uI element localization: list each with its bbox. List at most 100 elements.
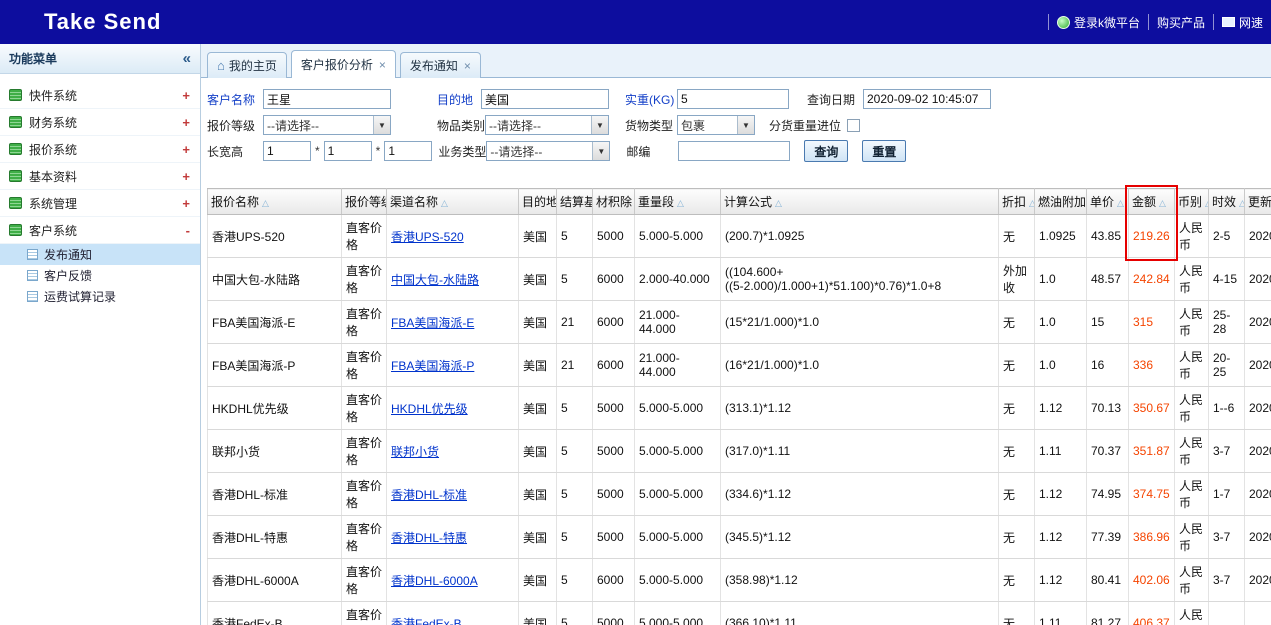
expand-icon[interactable]: + — [182, 89, 190, 102]
sort-icon[interactable]: △ — [262, 198, 269, 208]
channel-link[interactable]: 香港DHL-标准 — [391, 488, 467, 502]
column-header[interactable]: 金额△ — [1129, 189, 1175, 215]
sort-icon[interactable]: △ — [1239, 198, 1244, 208]
sort-icon[interactable]: △ — [1159, 198, 1166, 208]
chevron-down-icon[interactable]: ▼ — [592, 142, 609, 160]
sort-icon[interactable]: △ — [677, 198, 684, 208]
table-row[interactable]: 香港DHL-特惠直客价格香港DHL-特惠美国550005.000-5.000(3… — [208, 516, 1271, 559]
chevron-down-icon[interactable]: ▼ — [591, 116, 608, 134]
sidebar-subitem[interactable]: 运费试算记录 — [0, 286, 200, 307]
sidebar-item[interactable]: 快件系统+ — [0, 82, 200, 109]
sidebar-item[interactable]: 基本资料+ — [0, 163, 200, 190]
table-cell: 5 — [557, 516, 593, 559]
destination-input[interactable] — [481, 89, 609, 109]
cargo-type-select[interactable]: 包裹 ▼ — [677, 115, 755, 135]
column-header[interactable]: 折扣△ — [999, 189, 1035, 215]
sidebar-subitem[interactable]: 发布通知 — [0, 244, 200, 265]
table-row[interactable]: 香港UPS-520直客价格香港UPS-520美国550005.000-5.000… — [208, 215, 1271, 258]
tab[interactable]: ⌂我的主页 — [207, 52, 287, 78]
topbar-link[interactable]: 购买产品 — [1148, 14, 1213, 30]
column-header[interactable]: 单价△ — [1087, 189, 1129, 215]
sort-icon[interactable]: △ — [775, 198, 782, 208]
sort-icon[interactable]: △ — [1029, 198, 1034, 208]
column-header[interactable]: 报价名称△ — [208, 189, 342, 215]
query-date-input[interactable] — [863, 89, 991, 109]
table-cell: 5.000-5.000 — [635, 215, 721, 258]
table-cell: 25-28 — [1209, 301, 1245, 344]
topbar-link[interactable]: 网速 — [1213, 14, 1271, 30]
tab[interactable]: 客户报价分析× — [291, 50, 396, 78]
topbar-link[interactable]: 登录k微平台 — [1048, 14, 1148, 30]
length-input[interactable] — [263, 141, 311, 161]
biz-type-select[interactable]: --请选择-- ▼ — [486, 141, 610, 161]
width-input[interactable] — [324, 141, 372, 161]
expand-icon[interactable]: + — [182, 197, 190, 210]
table-row[interactable]: HKDHL优先级直客价格HKDHL优先级美国550005.000-5.000(3… — [208, 387, 1271, 430]
tab-close-icon[interactable]: × — [379, 59, 386, 71]
expand-icon[interactable]: + — [182, 143, 190, 156]
table-row[interactable]: FBA美国海派-E直客价格FBA美国海派-E美国21600021.000-44.… — [208, 301, 1271, 344]
sidebar-item[interactable]: 报价系统+ — [0, 136, 200, 163]
sort-icon[interactable]: △ — [1117, 198, 1124, 208]
channel-link[interactable]: FBA美国海派-E — [391, 316, 474, 330]
channel-link[interactable]: 香港FedEx-B — [391, 617, 462, 625]
sidebar-item[interactable]: 客户系统- — [0, 217, 200, 244]
table-row[interactable]: 香港FedEx-B直客价格香港FedEx-B美国550005.000-5.000… — [208, 602, 1271, 625]
channel-link[interactable]: FBA美国海派-P — [391, 359, 474, 373]
sort-icon[interactable]: △ — [1205, 198, 1208, 208]
channel-link[interactable]: HKDHL优先级 — [391, 402, 468, 416]
weight-input[interactable] — [677, 89, 789, 109]
column-header[interactable]: 时效△ — [1209, 189, 1245, 215]
table-cell: 80.41 — [1087, 559, 1129, 602]
table-cell: 5000 — [593, 387, 635, 430]
tab[interactable]: 发布通知× — [400, 52, 481, 78]
sidebar-collapse-icon[interactable]: « — [183, 51, 191, 66]
column-header[interactable]: 报价等级△ — [342, 189, 387, 215]
channel-link[interactable]: 香港DHL-特惠 — [391, 531, 467, 545]
column-header[interactable]: 材积除△ — [593, 189, 635, 215]
sidebar-subitem[interactable]: 客户反馈 — [0, 265, 200, 286]
table-row[interactable]: 中国大包-水陆路直客价格中国大包-水陆路美国560002.000-40.000(… — [208, 258, 1271, 301]
topbar: Take Send 登录k微平台购买产品网速 — [0, 0, 1271, 44]
main-area: ⌂我的主页客户报价分析×发布通知× 客户名称 目的地 实重(KG) 查询日期 报… — [201, 44, 1271, 625]
column-header[interactable]: 渠道名称△ — [387, 189, 519, 215]
chevron-down-icon[interactable]: ▼ — [373, 116, 390, 134]
table-cell: 5 — [557, 602, 593, 625]
table-row[interactable]: 香港DHL-6000A直客价格香港DHL-6000A美国560005.000-5… — [208, 559, 1271, 602]
table-row[interactable]: FBA美国海派-P直客价格FBA美国海派-P美国21600021.000-44.… — [208, 344, 1271, 387]
column-header[interactable]: 燃油附加△ — [1035, 189, 1087, 215]
table-cell: 美国 — [519, 215, 557, 258]
table-row[interactable]: 联邦小货直客价格联邦小货美国550005.000-5.000(317.0)*1.… — [208, 430, 1271, 473]
customer-name-input[interactable] — [263, 89, 391, 109]
table-cell: 1.0 — [1035, 344, 1087, 387]
chevron-down-icon[interactable]: ▼ — [737, 116, 754, 134]
column-header[interactable]: 重量段△ — [635, 189, 721, 215]
channel-link[interactable]: 香港UPS-520 — [391, 230, 464, 244]
table-row[interactable]: 香港DHL-标准直客价格香港DHL-标准美国550005.000-5.000(3… — [208, 473, 1271, 516]
table-cell: 20-25 — [1209, 344, 1245, 387]
column-header[interactable]: 币别△ — [1175, 189, 1209, 215]
expand-icon[interactable]: + — [182, 170, 190, 183]
channel-link[interactable]: 中国大包-水陆路 — [391, 273, 479, 287]
sidebar-item[interactable]: 系统管理+ — [0, 190, 200, 217]
sort-icon[interactable]: △ — [441, 198, 448, 208]
column-header[interactable]: 结算基△ — [557, 189, 593, 215]
table-cell: 350.67 — [1129, 387, 1175, 430]
query-button[interactable]: 查询 — [804, 140, 848, 162]
quote-grade-select[interactable]: --请选择-- ▼ — [263, 115, 391, 135]
column-header[interactable]: 更新△ — [1245, 189, 1271, 215]
column-header[interactable]: 目的地△ — [519, 189, 557, 215]
channel-link[interactable]: 香港DHL-6000A — [391, 574, 478, 588]
tab-close-icon[interactable]: × — [464, 60, 471, 72]
sidebar-item[interactable]: 财务系统+ — [0, 109, 200, 136]
zip-input[interactable] — [678, 141, 790, 161]
expand-icon[interactable]: + — [182, 116, 190, 129]
item-type-select[interactable]: --请选择-- ▼ — [485, 115, 609, 135]
height-input[interactable] — [384, 141, 432, 161]
collapse-icon[interactable]: - — [186, 224, 190, 237]
channel-link[interactable]: 联邦小货 — [391, 445, 439, 459]
column-header[interactable]: 计算公式△ — [721, 189, 999, 215]
table-cell: HKDHL优先级 — [208, 387, 342, 430]
split-weight-checkbox[interactable] — [847, 119, 860, 132]
reset-button[interactable]: 重置 — [862, 140, 906, 162]
